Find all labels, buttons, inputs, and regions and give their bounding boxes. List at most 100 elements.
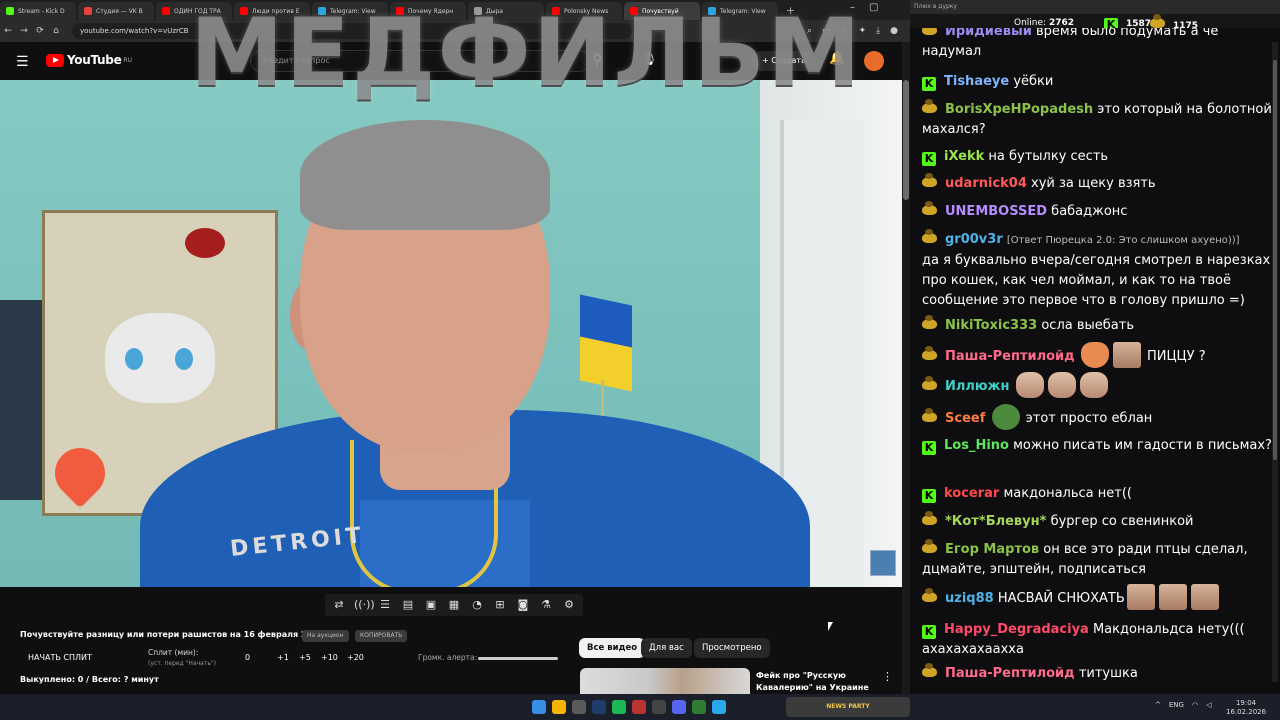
lab-icon[interactable]: ⚗ xyxy=(538,597,554,613)
chat-text: ПИЦЦУ ? xyxy=(1146,349,1206,364)
chat-username[interactable]: Happy_Degradaciya xyxy=(944,622,1089,637)
screenshot-icon[interactable]: ◙ xyxy=(515,597,531,613)
youtube-logo[interactable]: YouTube RU xyxy=(46,53,132,67)
chip-all-videos[interactable]: Все видео xyxy=(579,638,646,658)
speed-icon[interactable]: ◔ xyxy=(469,597,485,613)
language-indicator[interactable]: ENG xyxy=(1169,701,1184,709)
volume-icon[interactable]: ◁ xyxy=(1206,701,1211,709)
clock[interactable]: 19:04 16.02.2026 xyxy=(1226,699,1266,717)
chat-username[interactable]: Sceef xyxy=(945,411,985,426)
clip-icon[interactable]: ▤ xyxy=(400,597,416,613)
download-icon[interactable]: ⤓ xyxy=(876,26,880,36)
add-icon[interactable]: ⊞ xyxy=(492,597,508,613)
chat-username[interactable]: uziq88 xyxy=(945,591,994,606)
game-widget[interactable]: NEWS PARTY xyxy=(786,697,910,717)
volume-slider[interactable] xyxy=(478,657,558,660)
chat-username[interactable]: Los_Hino xyxy=(944,438,1009,453)
home-icon[interactable]: ⌂ xyxy=(48,26,64,36)
chip-watched[interactable]: Просмотрено xyxy=(694,638,770,658)
channel-watermark-icon[interactable] xyxy=(870,550,896,576)
chat-window-title: Плюх в дурку xyxy=(910,0,1280,14)
tab-label: Студия — VK В xyxy=(96,7,143,15)
chat-username[interactable]: Иридиевый xyxy=(945,28,1032,39)
split-value-0[interactable]: 0 xyxy=(245,653,250,662)
chat-message: Егор Мартов он все это ради птцы сделал,… xyxy=(922,539,1276,580)
bought-status: Выкуплено: 0 / Всего: ? минут xyxy=(20,675,159,684)
start-split-button[interactable]: НАЧАТЬ СПЛИТ xyxy=(28,653,92,662)
chat-username[interactable]: udarnick04 xyxy=(945,176,1027,191)
online-counter: Online: 2762 xyxy=(1014,18,1074,28)
spotify-icon[interactable] xyxy=(612,700,626,714)
cat-illustration xyxy=(105,313,215,403)
playlist-icon[interactable]: ☰ xyxy=(377,597,393,613)
chat-username[interactable]: kocerar xyxy=(944,486,999,501)
chat-username[interactable]: iXekk xyxy=(944,149,984,164)
coin-badge-icon xyxy=(922,376,937,390)
app-icon-2[interactable] xyxy=(652,700,666,714)
forward-icon[interactable]: → xyxy=(16,26,32,36)
chip-for-you[interactable]: Для вас xyxy=(641,638,692,658)
avatar[interactable] xyxy=(864,51,884,71)
chat-username[interactable]: BorisXpeHPopadesh xyxy=(945,102,1093,117)
chat-emote xyxy=(1112,342,1141,368)
miniplayer-icon[interactable]: ▣ xyxy=(423,597,439,613)
kick-badge-icon: K xyxy=(922,441,936,455)
chat-username[interactable]: NikiToxic333 xyxy=(945,318,1037,333)
start-icon[interactable] xyxy=(532,700,546,714)
tab-favicon-icon xyxy=(162,7,170,15)
tray-up-icon[interactable]: ^ xyxy=(1155,701,1161,709)
reload-icon[interactable]: ⟳ xyxy=(32,26,48,36)
split-value-5[interactable]: +5 xyxy=(299,653,311,662)
recommendation-thumbnail[interactable] xyxy=(580,668,750,696)
chat-username[interactable]: Паша-Рептилойд xyxy=(945,349,1075,364)
split-value-20[interactable]: +20 xyxy=(347,653,364,662)
browser-tab[interactable]: Студия — VK В xyxy=(78,2,154,20)
cat-eye-right xyxy=(175,348,193,370)
more-options-icon[interactable]: ⋮ xyxy=(882,670,893,683)
chat-username[interactable]: UNEMBOSSED xyxy=(945,204,1047,219)
tab-favicon-icon xyxy=(84,7,92,15)
menu-icon[interactable]: ☰ xyxy=(16,54,29,70)
settings-icon[interactable]: ⚙ xyxy=(561,597,577,613)
loop-icon[interactable]: ⇄ xyxy=(331,597,347,613)
subtitles-icon[interactable]: ▦ xyxy=(446,597,462,613)
chat-message: K Tishaeye уёбки xyxy=(922,72,1276,92)
split-value-10[interactable]: +10 xyxy=(321,653,338,662)
broadcast-icon[interactable]: ((·)) xyxy=(354,597,375,613)
player-toolbar: ⇄ ((·)) ☰ ▤ ▣ ▦ ◔ ⊞ ◙ ⚗ ⚙ xyxy=(325,594,583,616)
app-icon-4[interactable] xyxy=(692,700,706,714)
chat-username[interactable]: gr00v3r xyxy=(945,232,1003,247)
copy-button[interactable]: КОПИРОВАТЬ xyxy=(355,630,408,642)
kick-badge-icon: K xyxy=(922,625,936,639)
app-icon-1[interactable] xyxy=(632,700,646,714)
browser-icon[interactable] xyxy=(552,700,566,714)
chat-text: бабаджонс xyxy=(1051,204,1128,219)
chat-message: uziq88 НАСВАЙ СНЮХАТЬ xyxy=(922,584,1276,610)
app-icon-3[interactable] xyxy=(672,700,686,714)
chat-message: UNEMBOSSED бабаджонс xyxy=(922,201,1276,222)
network-icon[interactable]: ◠ xyxy=(1192,701,1198,709)
chat-username[interactable]: Паша-Рептилойд xyxy=(945,666,1075,681)
page-scrollbar-thumb[interactable] xyxy=(903,80,909,200)
chat-text: бургер со свенинкой xyxy=(1050,514,1194,529)
chat-scrollbar-thumb[interactable] xyxy=(1273,60,1277,460)
chat-feed[interactable]: Иридиевый время было подумать а че надум… xyxy=(910,28,1280,694)
chat-username[interactable]: Егор Мартов xyxy=(945,542,1039,557)
kick-badge-icon: K xyxy=(922,152,936,166)
back-icon[interactable]: ← xyxy=(0,26,16,36)
steam-icon[interactable] xyxy=(592,700,606,714)
kick-badge-icon: K xyxy=(922,489,936,503)
browser-tab[interactable]: Stream - Kick D xyxy=(0,2,76,20)
profile-icon[interactable]: ● xyxy=(890,26,898,36)
maximize-icon[interactable]: ▢ xyxy=(869,2,878,13)
chat-username[interactable]: *Кот*Блевун* xyxy=(945,514,1046,529)
auction-button[interactable]: На аукцион xyxy=(302,630,349,642)
split-value-1[interactable]: +1 xyxy=(277,653,289,662)
obs-icon[interactable] xyxy=(572,700,586,714)
video-player[interactable]: DETROIT xyxy=(0,80,902,587)
chat-username[interactable]: Иллюжн xyxy=(945,379,1009,394)
coin-badge-icon xyxy=(922,201,937,215)
chat-username[interactable]: Tishaeye xyxy=(944,74,1009,89)
telegram-icon[interactable] xyxy=(712,700,726,714)
coin-badge-icon xyxy=(922,99,937,113)
